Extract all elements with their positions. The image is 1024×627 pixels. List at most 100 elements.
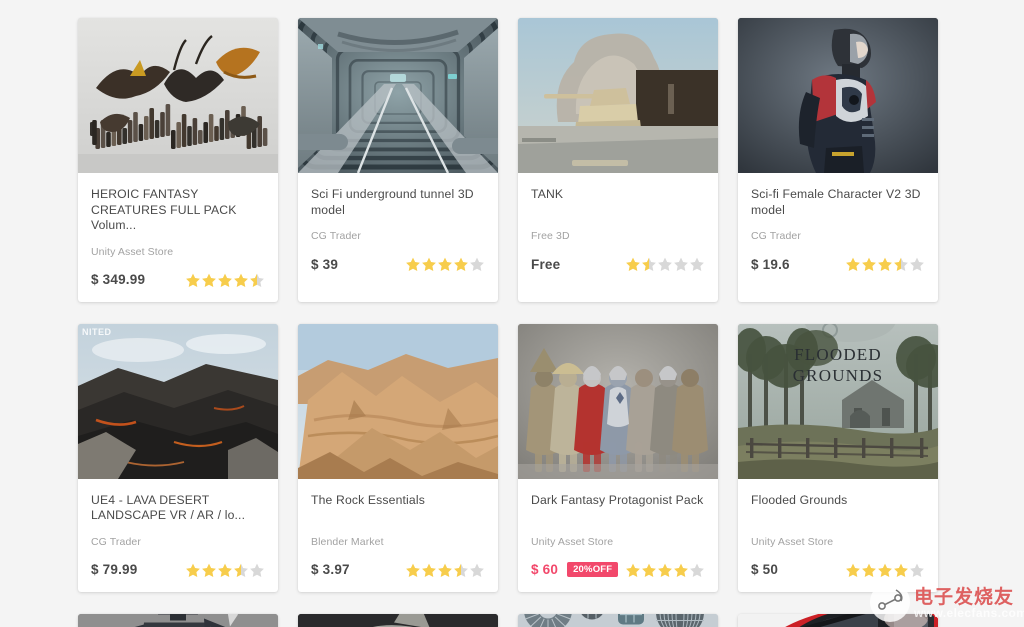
asset-vendor[interactable]: Unity Asset Store (531, 536, 705, 548)
star-icon-full (201, 272, 217, 288)
dark-fantasy-protagonist-thumbnail[interactable] (518, 324, 718, 479)
asset-card[interactable] (298, 614, 498, 627)
star-icon-full (893, 562, 909, 578)
asset-card-body: TANK Free 3D Free (518, 173, 718, 302)
sci-fi-tunnel-thumbnail[interactable] (298, 18, 498, 173)
asset-vendor[interactable]: Unity Asset Store (751, 536, 925, 548)
asset-vendor[interactable]: Blender Market (311, 536, 485, 548)
asset-title[interactable]: Dark Fantasy Protagonist Pack (531, 493, 705, 524)
asset-price-row: $ 50 (751, 561, 925, 579)
star-icon-full (405, 256, 421, 272)
star-icon-full (453, 256, 469, 272)
mech-robot-thumbnail[interactable] (78, 614, 278, 627)
lava-desert-landscape-thumbnail[interactable]: NITED (78, 324, 278, 479)
star-icon-full (217, 272, 233, 288)
asset-price-row: $ 39 (311, 255, 485, 273)
star-icon-half (893, 256, 909, 272)
asset-vendor[interactable]: Unity Asset Store (91, 246, 265, 258)
asset-card-body: Sci Fi underground tunnel 3D model CG Tra… (298, 173, 498, 302)
thumbnail-overlay-title: FLOODEDGROUNDS (738, 344, 938, 387)
asset-price: $ 19.6 (751, 257, 790, 272)
asset-price-row: $ 349.99 (91, 271, 265, 289)
star-icon-full (657, 562, 673, 578)
star-icon-full (625, 562, 641, 578)
asset-card-body: Dark Fantasy Protagonist Pack Unity Asset… (518, 479, 718, 592)
asset-vendor[interactable]: CG Trader (311, 230, 485, 242)
star-icon-empty (249, 562, 265, 578)
asset-card[interactable] (78, 614, 278, 627)
star-icon-empty (673, 256, 689, 272)
asset-title[interactable]: HEROIC FANTASY CREATURES FULL PACK Volum… (91, 187, 265, 234)
sci-fi-female-character-thumbnail[interactable] (738, 18, 938, 173)
asset-price: $ 39 (311, 257, 338, 272)
asset-rating-stars (845, 562, 925, 578)
asset-price-row: $ 19.6 (751, 255, 925, 273)
asset-card[interactable]: HEROIC FANTASY CREATURES FULL PACK Volum… (78, 18, 278, 302)
rock-essentials-thumbnail[interactable] (298, 324, 498, 479)
star-icon-full (861, 256, 877, 272)
star-icon-empty (657, 256, 673, 272)
asset-price-row: $ 3.97 (311, 561, 485, 579)
star-icon-full (421, 256, 437, 272)
asset-vendor[interactable]: CG Trader (751, 230, 925, 242)
tank-thumbnail[interactable] (518, 18, 718, 173)
asset-title[interactable]: UE4 - LAVA DESERT LANDSCAPE VR / AR / lo… (91, 493, 265, 524)
star-icon-empty (469, 562, 485, 578)
asset-title[interactable]: Sci Fi underground tunnel 3D model (311, 187, 485, 218)
star-icon-full (217, 562, 233, 578)
asset-title[interactable]: The Rock Essentials (311, 493, 485, 524)
star-icon-full (861, 562, 877, 578)
asset-card[interactable]: NITED UE4 - LAVA DESERT LANDSCAPE VR / AR… (78, 324, 278, 592)
star-icon-full (877, 562, 893, 578)
asset-price: $ 60 (531, 562, 558, 577)
star-icon-empty (469, 256, 485, 272)
asset-title[interactable]: Flooded Grounds (751, 493, 925, 524)
asset-price: $ 3.97 (311, 562, 350, 577)
star-icon-empty (689, 256, 705, 272)
star-icon-full (845, 256, 861, 272)
star-icon-full (641, 562, 657, 578)
red-car-thumbnail[interactable] (738, 614, 938, 627)
asset-rating-stars (845, 256, 925, 272)
asset-card[interactable]: Sci Fi underground tunnel 3D model CG Tra… (298, 18, 498, 302)
asset-title[interactable]: Sci-fi Female Character V2 3D model (751, 187, 925, 218)
flooded-grounds-thumbnail[interactable]: FLOODEDGROUNDS (738, 324, 938, 479)
discount-badge: 20%OFF (567, 562, 618, 578)
star-icon-half (249, 272, 265, 288)
asset-card-body: The Rock Essentials Blender Market $ 3.97 (298, 479, 498, 592)
asset-rating-stars (185, 562, 265, 578)
asset-vendor[interactable]: Free 3D (531, 230, 705, 242)
star-icon-empty (909, 562, 925, 578)
star-icon-half (453, 562, 469, 578)
asset-card[interactable]: Dark Fantasy Protagonist Pack Unity Asset… (518, 324, 718, 592)
asset-title[interactable]: TANK (531, 187, 705, 218)
asset-rating-stars (405, 256, 485, 272)
asset-card[interactable] (738, 614, 938, 627)
asset-card-body: UE4 - LAVA DESERT LANDSCAPE VR / AR / lo… (78, 479, 278, 592)
asset-price-row: $ 79.99 (91, 561, 265, 579)
star-icon-full (437, 562, 453, 578)
star-icon-full (845, 562, 861, 578)
asset-price: Free (531, 257, 560, 272)
asset-card[interactable]: The Rock Essentials Blender Market $ 3.97 (298, 324, 498, 592)
star-icon-full (625, 256, 641, 272)
asset-card[interactable]: FLOODEDGROUNDS Flooded Grounds Unity Asset… (738, 324, 938, 592)
star-icon-full (877, 256, 893, 272)
geometry-primitives-thumbnail[interactable] (518, 614, 718, 627)
asset-card-grid: HEROIC FANTASY CREATURES FULL PACK Volum… (0, 0, 1024, 627)
asset-rating-stars (405, 562, 485, 578)
asset-rating-stars (625, 256, 705, 272)
shark-thumbnail[interactable] (298, 614, 498, 627)
asset-vendor[interactable]: CG Trader (91, 536, 265, 548)
asset-card[interactable]: TANK Free 3D Free (518, 18, 718, 302)
asset-card-body: Flooded Grounds Unity Asset Store $ 50 (738, 479, 938, 592)
asset-card-body: HEROIC FANTASY CREATURES FULL PACK Volum… (78, 173, 278, 302)
asset-card[interactable] (518, 614, 718, 627)
asset-card[interactable]: Sci-fi Female Character V2 3D model CG Tr… (738, 18, 938, 302)
star-icon-full (405, 562, 421, 578)
asset-rating-stars (625, 562, 705, 578)
star-icon-full (201, 562, 217, 578)
heroic-fantasy-creatures-thumbnail[interactable] (78, 18, 278, 173)
asset-rating-stars (185, 272, 265, 288)
asset-price: $ 50 (751, 562, 778, 577)
